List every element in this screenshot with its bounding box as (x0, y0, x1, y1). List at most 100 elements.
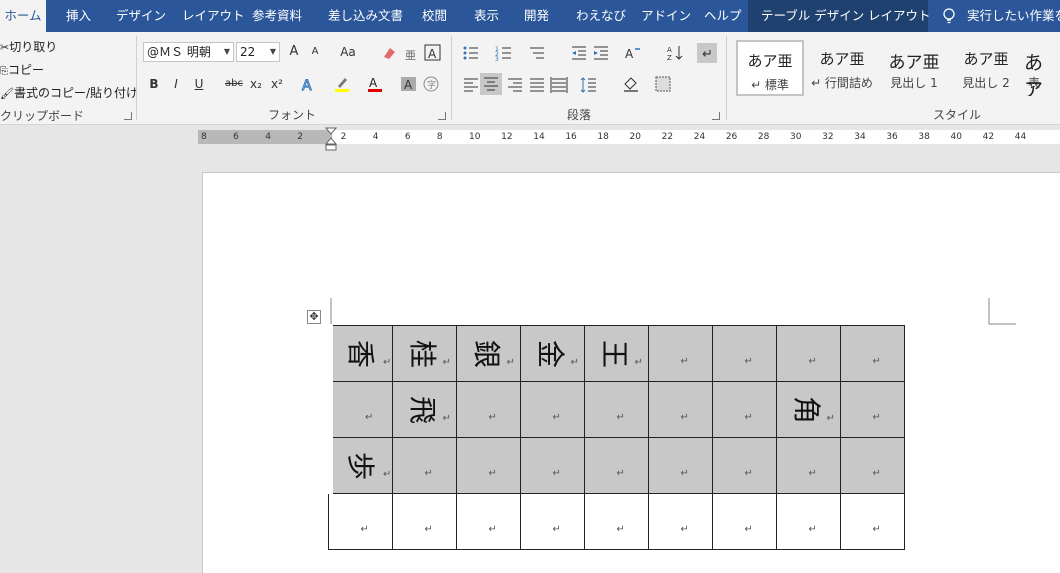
phonetic-guide-icon[interactable]: 亜 (402, 44, 420, 62)
underline-button[interactable]: U (190, 74, 208, 94)
tab-addins[interactable]: アドイン (641, 0, 691, 32)
subscript-button[interactable]: x₂ (247, 74, 265, 94)
copy-button[interactable]: ⎘コピー (0, 61, 44, 78)
table-cell[interactable]: ↵ (583, 493, 649, 550)
text-effects-icon[interactable]: A (300, 75, 318, 94)
table-cell[interactable]: ↵ (455, 493, 521, 550)
tell-me-box[interactable]: 実行したい作業を入 (967, 0, 1060, 32)
table-cell[interactable]: 歩 ↵ (323, 437, 393, 494)
character-shading-icon[interactable]: A (400, 75, 418, 93)
table-cell[interactable]: ↵ (583, 437, 649, 494)
table-cell[interactable]: ↵ (775, 325, 841, 382)
table-cell[interactable]: ↵ (839, 493, 905, 550)
table-cell[interactable]: ↵ (839, 325, 905, 382)
tab-help[interactable]: ヘルプ (704, 0, 742, 32)
table-cell[interactable]: ↵ (711, 381, 777, 438)
enclose-characters-icon[interactable]: 字 (422, 75, 440, 93)
strikethrough-button[interactable]: abc (222, 74, 246, 94)
table-cell[interactable]: 角 ↵ (775, 381, 841, 438)
style-heading-1[interactable]: あア亜 見出し 1 (880, 40, 948, 96)
table-cell[interactable]: ↵ (647, 437, 713, 494)
cut-button[interactable]: ✂切り取り (0, 38, 57, 55)
horizontal-ruler[interactable]: 8 6 4 2 2 4 6 8 10 12 14 16 18 20 22 24 26 28 30 32 34 36 38 40… (0, 125, 1060, 151)
clear-formatting-icon[interactable] (380, 44, 398, 62)
italic-button[interactable]: I (167, 74, 185, 94)
tab-review[interactable]: 校閲 (422, 0, 447, 32)
table-cell[interactable]: ↵ (519, 493, 585, 550)
table-cell[interactable]: ↵ (839, 437, 905, 494)
line-spacing-icon[interactable] (580, 75, 598, 93)
table-cell[interactable]: ↵ (775, 437, 841, 494)
decrease-indent-icon[interactable] (570, 44, 588, 62)
shading-icon[interactable] (622, 75, 640, 93)
lightbulb-icon[interactable] (942, 8, 956, 24)
shogi-board-table[interactable]: 香 ↵ 桂 ↵ 銀 ↵ 金 ↵ 王 ↵ ↵ ↵ ↵ ↵ ↵ 飛 ↵ ↵ ↵ ↵ ↵ ↵ 角 ↵ ↵ 歩 ↵ ↵ ↵ ↵ ↵ ↵ ↵ ↵ ↵ ↵ ↵ ↵ ↵ ↵… (323, 325, 905, 550)
align-left-icon[interactable] (462, 75, 480, 93)
shrink-font-button[interactable]: A (306, 42, 324, 62)
sort-icon[interactable]: AZ (666, 44, 684, 62)
table-cell[interactable]: ↵ (647, 381, 713, 438)
bullets-icon[interactable] (462, 44, 480, 62)
table-cell[interactable]: ↵ (711, 325, 777, 382)
clipboard-launcher-icon[interactable] (124, 112, 132, 120)
font-color-icon[interactable]: A (366, 75, 384, 93)
table-cell[interactable]: 銀 ↵ (455, 325, 521, 382)
bold-button[interactable]: B (145, 74, 163, 94)
table-cell[interactable]: ↵ (647, 325, 713, 382)
font-name-box[interactable]: @ＭＳ 明朝 ▼ (143, 42, 234, 62)
table-cell[interactable]: ↵ (519, 437, 585, 494)
paragraph-launcher-icon[interactable] (712, 112, 720, 120)
justify-icon[interactable] (528, 75, 546, 93)
indent-marker-icon[interactable] (325, 127, 337, 151)
tab-insert[interactable]: 挿入 (66, 0, 91, 32)
table-cell[interactable]: ↵ (711, 493, 777, 550)
table-cell[interactable]: 金 ↵ (519, 325, 585, 382)
table-cell[interactable]: ↵ (839, 381, 905, 438)
tab-layout[interactable]: レイアウト (182, 0, 245, 32)
tab-table-design[interactable]: テーブル デザイン (761, 0, 864, 32)
numbering-icon[interactable]: 123 (495, 44, 513, 62)
table-move-handle-icon[interactable]: ✥ (307, 310, 321, 324)
align-center-icon[interactable] (480, 73, 502, 95)
tab-home[interactable]: ホーム (0, 0, 46, 32)
font-launcher-icon[interactable] (438, 112, 446, 120)
table-cell[interactable]: ↵ (583, 381, 649, 438)
superscript-button[interactable]: x² (268, 74, 286, 94)
style-normal[interactable]: あア亜 ↵ 標準 (736, 40, 804, 96)
grow-font-button[interactable]: A (285, 42, 303, 62)
tab-view[interactable]: 表示 (474, 0, 499, 32)
style-heading-2[interactable]: あア亜 見出し 2 (952, 40, 1020, 96)
table-cell[interactable]: ↵ (647, 493, 713, 550)
show-marks-icon[interactable]: ↵ (697, 43, 717, 63)
table-cell[interactable]: 桂 ↵ (391, 325, 457, 382)
align-right-icon[interactable] (506, 75, 524, 93)
increase-indent-icon[interactable] (592, 44, 610, 62)
tab-design[interactable]: デザイン (116, 0, 166, 32)
highlight-icon[interactable] (333, 75, 351, 93)
table-cell[interactable]: ↵ (455, 437, 521, 494)
text-direction-icon[interactable]: A (624, 44, 642, 62)
borders-icon[interactable] (654, 75, 672, 93)
style-title[interactable]: あア 表 (1024, 40, 1060, 96)
style-no-spacing[interactable]: あア亜 ↵ 行間詰め (808, 40, 876, 96)
table-cell[interactable]: 香 ↵ (323, 325, 393, 382)
table-cell[interactable]: ↵ (391, 437, 457, 494)
table-cell[interactable]: ↵ (455, 381, 521, 438)
tab-developer[interactable]: 開発 (524, 0, 549, 32)
table-cell[interactable]: ↵ (323, 381, 393, 438)
tab-waenavi[interactable]: わえなび (576, 0, 626, 32)
table-cell[interactable]: ↵ (391, 493, 457, 550)
tab-references[interactable]: 参考資料 (252, 0, 302, 32)
table-cell[interactable]: 飛 ↵ (391, 381, 457, 438)
table-cell[interactable]: ↵ (327, 493, 393, 550)
table-cell[interactable]: 王 ↵ (583, 325, 649, 382)
distributed-icon[interactable] (550, 75, 568, 93)
font-size-box[interactable]: 22 ▼ (236, 42, 280, 62)
character-border-icon[interactable]: A (424, 44, 442, 62)
tab-table-layout[interactable]: レイアウト (868, 0, 931, 32)
table-cell[interactable]: ↵ (775, 493, 841, 550)
multilevel-list-icon[interactable] (528, 44, 546, 62)
change-case-button[interactable]: Aa (335, 42, 361, 62)
format-painter-button[interactable]: 🖌書式のコピー/貼り付け (0, 84, 138, 101)
tab-mailings[interactable]: 差し込み文書 (328, 0, 403, 32)
